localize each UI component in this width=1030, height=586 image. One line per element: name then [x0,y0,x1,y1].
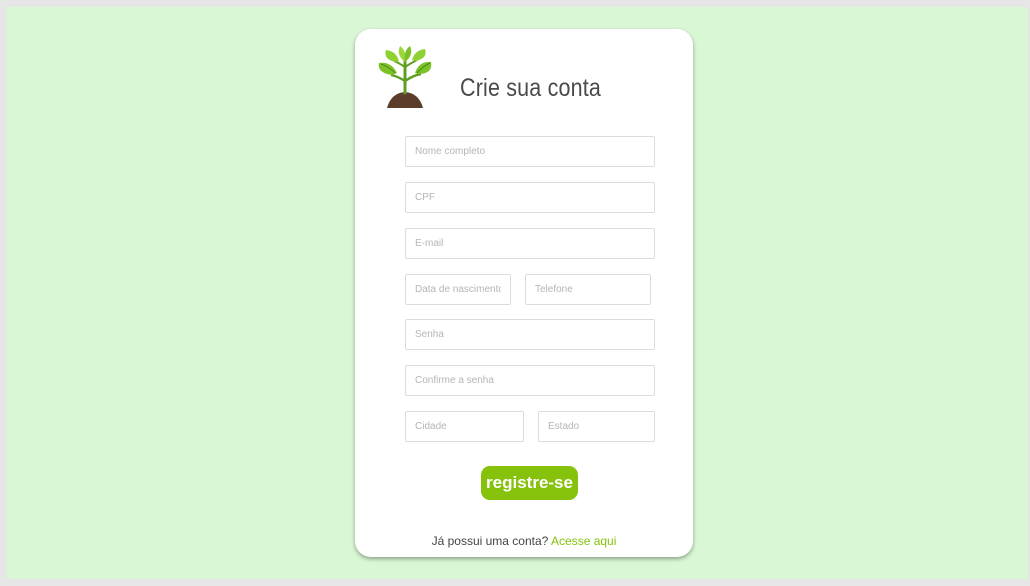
email-field[interactable] [405,228,655,259]
phone-field[interactable] [525,274,651,305]
plant-sprout-icon [378,46,432,108]
login-prompt: Já possui uma conta? Acesse aqui [355,534,693,548]
page-title: Crie sua conta [460,74,602,102]
cpf-field[interactable] [405,182,655,213]
password-field[interactable] [405,319,655,350]
full-name-field[interactable] [405,136,655,167]
city-field[interactable] [405,411,524,442]
signup-card: Crie sua conta registre-se Já possui uma… [355,29,693,557]
birth-date-field[interactable] [405,274,511,305]
login-link[interactable]: Acesse aqui [551,534,616,548]
register-button[interactable]: registre-se [481,466,578,500]
page-background: Crie sua conta registre-se Já possui uma… [7,7,1028,579]
state-field[interactable] [538,411,655,442]
login-prompt-text: Já possui uma conta? [431,534,549,548]
confirm-password-field[interactable] [405,365,655,396]
